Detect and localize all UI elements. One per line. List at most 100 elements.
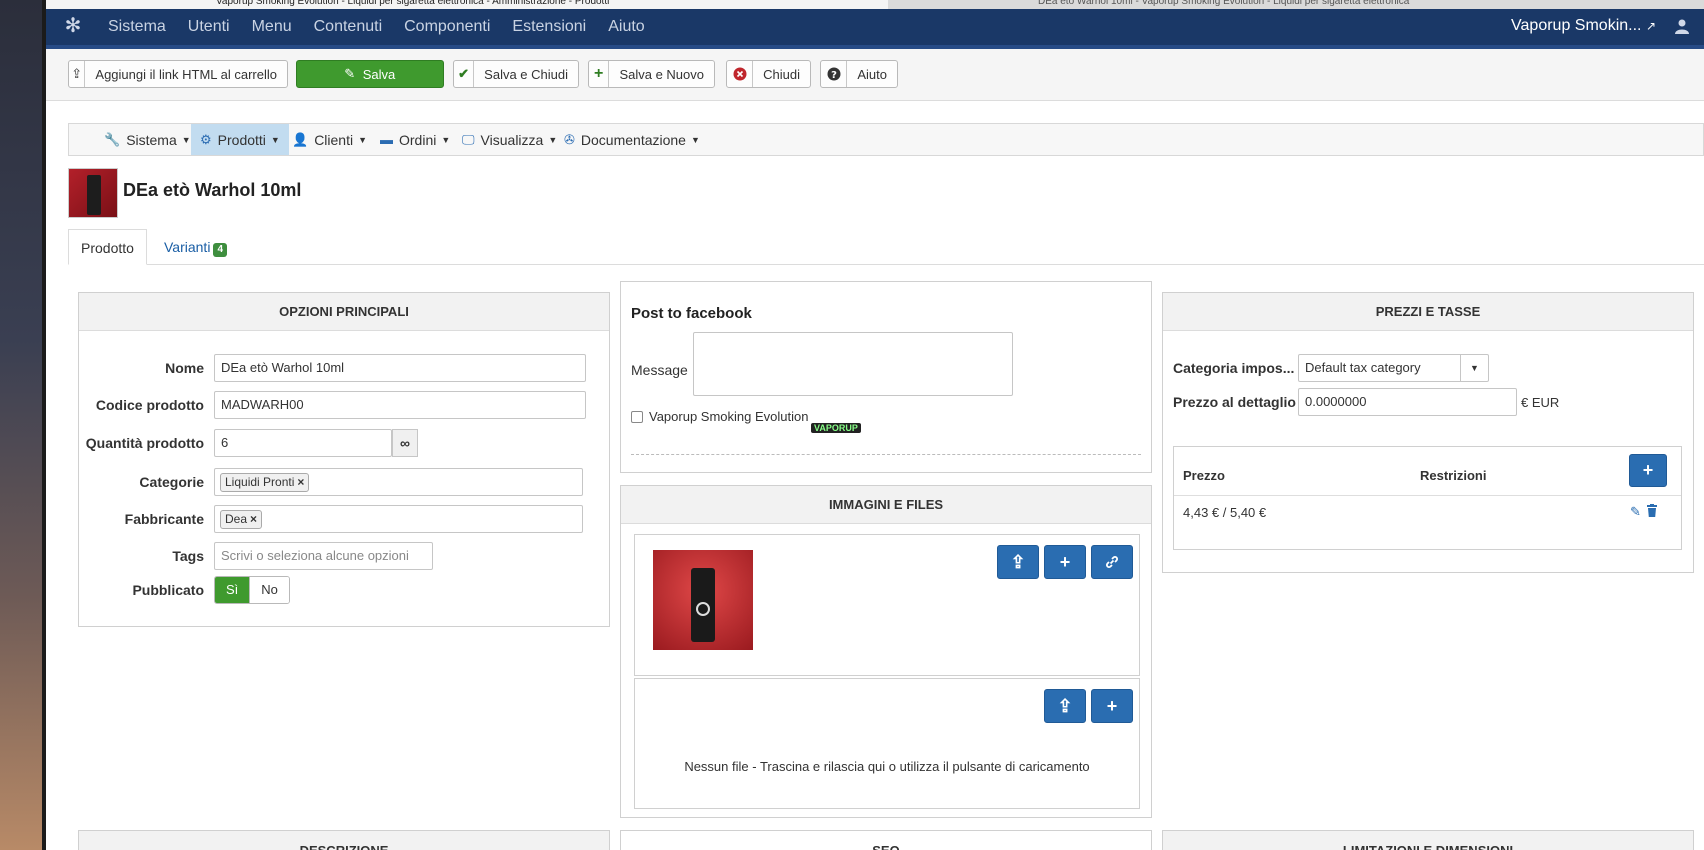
help-button[interactable]: ? Aiuto [820, 60, 898, 88]
facebook-account-label: Vaporup Smoking Evolution [649, 409, 809, 424]
save-close-label: Salva e Chiudi [484, 66, 568, 82]
plus-icon: + [589, 61, 610, 87]
save-button[interactable]: ✎ Salva [296, 60, 444, 88]
currency-label: € EUR [1521, 395, 1560, 410]
published-yes-button[interactable]: Sì [215, 577, 250, 603]
table-divider [1174, 495, 1681, 496]
menu-componenti[interactable]: Componenti [404, 18, 490, 36]
upload-file-button[interactable]: ⇪ [1044, 689, 1086, 723]
tax-category-select[interactable]: Default tax category ▼ [1298, 354, 1489, 382]
link-icon [1106, 556, 1118, 568]
add-price-button[interactable]: + [1629, 454, 1667, 487]
remove-chip-icon[interactable]: × [297, 475, 304, 489]
caret-down-icon: ▼ [1460, 355, 1488, 381]
code-input[interactable]: MADWARH00 [214, 391, 586, 419]
close-label: Chiudi [763, 66, 800, 82]
tax-category-row: Categoria impos... Default tax category … [1163, 354, 1693, 382]
question-circle-icon: ? [821, 61, 848, 87]
manufacturer-input[interactable]: Dea × [214, 505, 583, 533]
name-input[interactable]: DEa etò Warhol 10ml [214, 354, 586, 382]
message-textarea[interactable] [693, 332, 1013, 396]
save-new-button[interactable]: + Salva e Nuovo [588, 60, 715, 88]
category-chip-label: Liquidi Pronti [225, 475, 295, 489]
help-label: Aiuto [857, 66, 887, 82]
manufacturer-chip: Dea × [220, 510, 263, 529]
seo-heading: SEO [621, 831, 1151, 850]
subnav-ordini[interactable]: ▬ Ordini ▼ [371, 124, 459, 155]
tax-category-value: Default tax category [1305, 360, 1421, 375]
add-html-link-button[interactable]: ⇪ Aggiungi il link HTML al carrello [68, 60, 288, 88]
manufacturer-chip-label: Dea [225, 512, 248, 526]
categories-label: Categorie [139, 474, 204, 490]
categories-row: Categorie Liquidi Pronti × [79, 468, 609, 496]
tags-input[interactable]: Scrivi o seleziona alcune opzioni [214, 542, 433, 570]
browser-tab-strip: Vaporup Smoking Evolution - Liquidi per … [46, 0, 1704, 9]
published-no-button[interactable]: No [249, 577, 289, 603]
tab-varianti[interactable]: Varianti 4 [152, 229, 239, 265]
product-image[interactable] [653, 550, 753, 650]
prices-taxes-panel: PREZZI E TASSE Categoria impos... Defaul… [1162, 292, 1694, 573]
quantity-input[interactable]: 6 [214, 429, 392, 457]
browser-tab-product[interactable]: DEa etò Warhol 10ml - Vaporup Smoking Ev… [888, 0, 1704, 9]
add-file-button[interactable]: + [1091, 689, 1133, 723]
categories-input[interactable]: Liquidi Pronti × [214, 468, 583, 496]
product-thumbnail [68, 168, 118, 218]
link-image-button[interactable] [1091, 545, 1133, 579]
user-icon[interactable] [1674, 18, 1690, 34]
trash-icon[interactable] [1646, 504, 1658, 520]
tags-label: Tags [172, 548, 204, 564]
image-list: ⇪ + [634, 534, 1140, 676]
subnav-visualizza[interactable]: 🖵 Visualizza ▼ [453, 124, 566, 155]
prices-taxes-heading: PREZZI E TASSE [1163, 293, 1693, 331]
menu-contenuti[interactable]: Contenuti [314, 18, 383, 36]
facebook-panel: Post to facebook Message Vaporup Smoking… [620, 281, 1152, 473]
subnav-prodotti-label: Prodotti [217, 131, 266, 148]
limits-dimensions-panel: LIMITAZIONI E DIMENSIONI [1162, 830, 1694, 850]
manufacturer-label: Fabbricante [124, 511, 204, 527]
pencil-icon[interactable]: ✎ [1630, 504, 1641, 520]
wrench-icon: 🔧 [104, 131, 121, 147]
menu-utenti[interactable]: Utenti [188, 18, 230, 36]
checkbox[interactable] [631, 410, 643, 423]
site-link[interactable]: Vaporup Smokin... ↗ [1511, 9, 1656, 45]
infinity-icon[interactable]: ∞ [392, 429, 418, 457]
remove-chip-icon[interactable]: × [250, 512, 257, 526]
retail-price-input[interactable]: 0.0000000 [1298, 388, 1517, 416]
save-close-button[interactable]: ✔ Salva e Chiudi [453, 60, 579, 88]
upload-image-button[interactable]: ⇪ [997, 545, 1039, 579]
product-tabs: Prodotto Varianti 4 [68, 229, 1704, 265]
code-row: Codice prodotto MADWARH00 [79, 391, 609, 419]
close-button[interactable]: Chiudi [726, 60, 811, 88]
tab-varianti-label: Varianti [164, 239, 211, 255]
facebook-account-checkbox[interactable]: Vaporup Smoking Evolution [631, 409, 808, 424]
col-restrictions-header: Restrizioni [1420, 468, 1487, 483]
monitor-icon: 🖵 [462, 131, 475, 147]
joomla-logo-icon[interactable]: ✻ [62, 15, 84, 37]
name-label: Nome [165, 360, 204, 376]
price-cell: 4,43 € / 5,40 € [1183, 505, 1267, 520]
tags-row: Tags Scrivi o seleziona alcune opzioni [79, 542, 609, 570]
subnav-sistema[interactable]: 🔧 Sistema ▼ [95, 124, 200, 155]
edit-icon: ✎ [344, 66, 356, 81]
menu-sistema[interactable]: Sistema [108, 18, 166, 36]
tab-prodotto[interactable]: Prodotto [68, 229, 147, 265]
admin-menu: Sistema Utenti Menu Contenuti Componenti… [108, 9, 667, 45]
menu-menu[interactable]: Menu [252, 18, 292, 36]
menu-estensioni[interactable]: Estensioni [512, 18, 586, 36]
main-options-panel: OPZIONI PRINCIPALI Nome DEa etò Warhol 1… [78, 292, 610, 627]
file-list: ⇪ + Nessun file - Trascina e rilascia qu… [634, 678, 1140, 809]
browser-tab-admin[interactable]: Vaporup Smoking Evolution - Liquidi per … [46, 0, 888, 9]
subnav-clienti[interactable]: 👤 Clienti ▼ [283, 124, 376, 155]
subnav-documentazione-label: Documentazione [580, 131, 686, 148]
toolbar: ⇪ Aggiungi il link HTML al carrello ✎ Sa… [46, 49, 1704, 101]
subnav-documentazione[interactable]: ✇ Documentazione ▼ [555, 124, 709, 155]
add-html-link-label: Aggiungi il link HTML al carrello [95, 66, 277, 82]
menu-aiuto[interactable]: Aiuto [608, 18, 644, 36]
published-toggle: Sì No [214, 576, 290, 604]
caret-down-icon: ▼ [441, 134, 451, 145]
joomla-admin-window: Vaporup Smoking Evolution - Liquidi per … [46, 0, 1704, 850]
description-heading: DESCRIZIONE [79, 831, 609, 850]
subnav-prodotti[interactable]: ⚙ Prodotti ▼ [191, 124, 289, 155]
description-panel: DESCRIZIONE [78, 830, 610, 850]
add-image-button[interactable]: + [1044, 545, 1086, 579]
